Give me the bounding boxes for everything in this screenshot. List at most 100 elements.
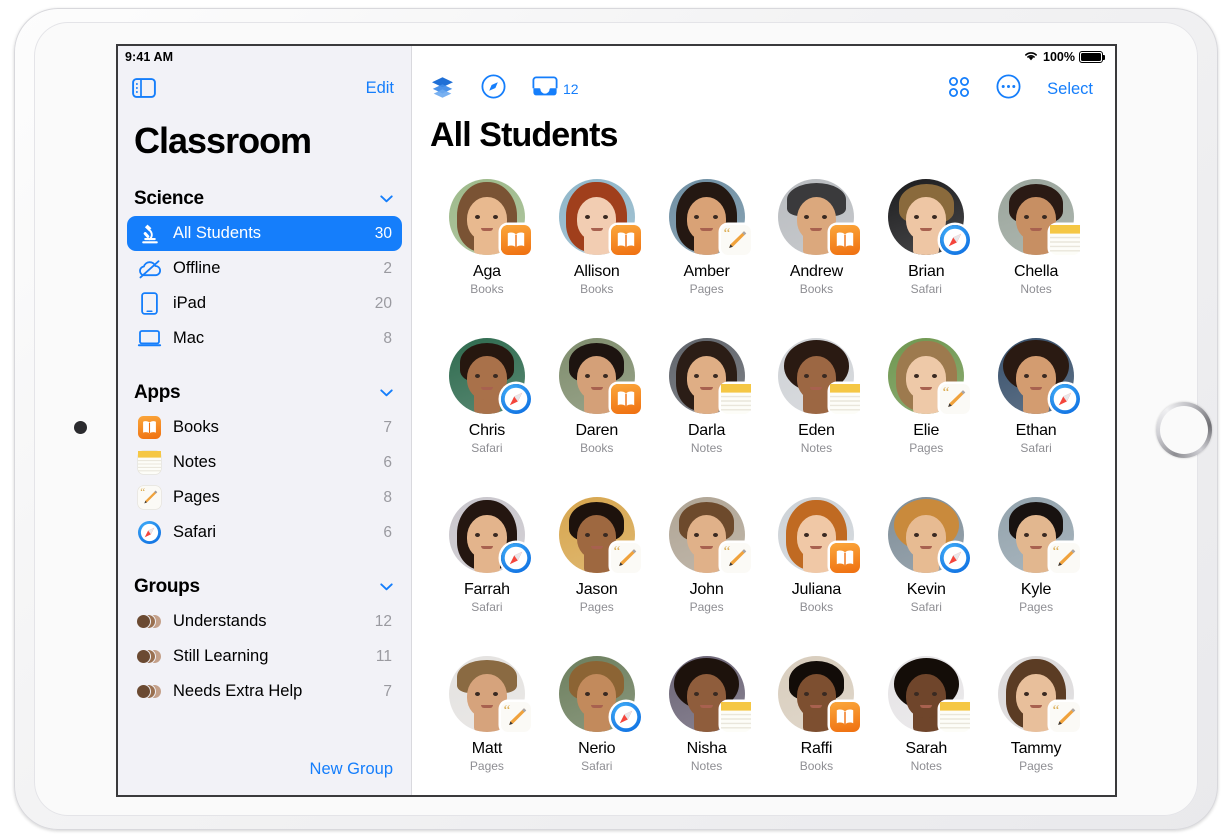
books-badge-icon: [610, 225, 641, 255]
student-current-app: Notes: [690, 441, 723, 455]
student-current-app: Books: [470, 282, 504, 296]
new-group-button[interactable]: New Group: [310, 760, 393, 778]
student-card[interactable]: “ Jason Pages: [542, 497, 652, 614]
sidebar-item-notes[interactable]: Notes 6: [127, 445, 402, 480]
student-current-app: Safari: [471, 441, 503, 455]
svg-text:“: “: [723, 226, 730, 242]
layers-icon[interactable]: [430, 76, 455, 103]
student-name: Eden: [798, 422, 835, 439]
student-card[interactable]: Aga Books: [432, 179, 542, 296]
edit-button[interactable]: Edit: [366, 79, 394, 98]
student-card[interactable]: Eden Notes: [762, 338, 872, 455]
sidebar-item-label: Safari: [173, 523, 217, 541]
student-card[interactable]: Sarah Notes: [871, 656, 981, 773]
sidebar-item-label: Understands: [173, 612, 267, 630]
microscope-icon: [136, 221, 162, 247]
sidebar-item-label: Needs Extra Help: [173, 682, 303, 700]
sidebar-item-count: 2: [383, 259, 392, 277]
sidebar: 9:41 AM Edit Classroom Science All Stude…: [118, 46, 412, 795]
avatar-wrapper: [888, 179, 971, 255]
student-card[interactable]: Andrew Books: [762, 179, 872, 296]
student-current-app: Safari: [910, 282, 942, 296]
student-card[interactable]: Daren Books: [542, 338, 652, 455]
sidebar-item-pages[interactable]: “ Pages 8: [127, 480, 402, 515]
student-card[interactable]: “ Amber Pages: [652, 179, 762, 296]
student-card[interactable]: “ John Pages: [652, 497, 762, 614]
toolbar-left-group: 12: [430, 74, 579, 104]
new-group-row: New Group: [118, 760, 411, 795]
sidebar-item-mac[interactable]: Mac 8: [127, 321, 402, 356]
sidebar-item-offline[interactable]: Offline 2: [127, 251, 402, 286]
student-card[interactable]: “ Kyle Pages: [981, 497, 1091, 614]
sidebar-item-understands[interactable]: Understands 12: [127, 604, 402, 639]
student-name: Juliana: [791, 581, 842, 598]
student-current-app: Pages: [1019, 600, 1054, 614]
sidebar-section-header-groups[interactable]: Groups: [118, 550, 411, 604]
avatar-wrapper: “: [998, 656, 1081, 732]
student-card[interactable]: Chella Notes: [981, 179, 1091, 296]
student-name: Chris: [468, 422, 506, 439]
student-card[interactable]: Farrah Safari: [432, 497, 542, 614]
student-card[interactable]: Chris Safari: [432, 338, 542, 455]
student-card[interactable]: Allison Books: [542, 179, 652, 296]
grid-view-icon[interactable]: [948, 76, 970, 103]
sidebar-item-label: Notes: [173, 453, 217, 471]
student-card[interactable]: Darla Notes: [652, 338, 762, 455]
student-card[interactable]: Raffi Books: [762, 656, 872, 773]
notes-badge-icon: [720, 384, 751, 414]
chevron-down-icon[interactable]: [380, 190, 393, 208]
avatar-wrapper: [778, 338, 861, 414]
sidebar-item-all-students[interactable]: All Students 30: [127, 216, 402, 251]
student-current-app: Safari: [581, 759, 613, 773]
sidebar-item-safari[interactable]: Safari 6: [127, 515, 402, 550]
svg-text:“: “: [140, 486, 145, 498]
sidebar-item-books[interactable]: Books 7: [127, 410, 402, 445]
sidebar-section-header-apps[interactable]: Apps: [118, 356, 411, 410]
inbox-tray-button[interactable]: 12: [532, 76, 579, 102]
avatar-wrapper: [668, 656, 751, 732]
sidebar-sections: Science All Students 30 Offline 2 iPad 20 M…: [118, 162, 411, 709]
student-card[interactable]: Nerio Safari: [542, 656, 652, 773]
books-badge-icon: [830, 702, 861, 732]
sidebar-item-still-learning[interactable]: Still Learning 11: [127, 639, 402, 674]
sidebar-item-needs-extra-help[interactable]: Needs Extra Help 7: [127, 674, 402, 709]
ellipsis-circle-icon[interactable]: [996, 74, 1021, 104]
sidebar-item-count: 6: [383, 523, 392, 541]
sidebar-item-label: iPad: [173, 294, 207, 312]
student-name: Allison: [573, 263, 620, 280]
sidebar-item-count: 8: [383, 488, 392, 506]
home-button[interactable]: [1156, 402, 1212, 458]
sidebar-item-count: 30: [374, 224, 392, 242]
student-card[interactable]: Nisha Notes: [652, 656, 762, 773]
sidebar-item-label: Books: [173, 418, 219, 436]
student-current-app: Safari: [910, 600, 942, 614]
student-current-app: Books: [799, 600, 834, 614]
student-card[interactable]: Juliana Books: [762, 497, 872, 614]
student-name: Darla: [687, 422, 726, 439]
sidebar-toggle-icon[interactable]: [132, 78, 156, 98]
student-name: Ethan: [1015, 422, 1057, 439]
student-name: Nisha: [686, 740, 727, 757]
svg-text:“: “: [1053, 703, 1060, 719]
student-card[interactable]: “ Tammy Pages: [981, 656, 1091, 773]
student-current-app: Pages: [1019, 759, 1054, 773]
student-current-app: Safari: [1020, 441, 1052, 455]
avatar-wrapper: “: [448, 656, 531, 732]
main-content: 100% 12 Select All Students Aga Books Al…: [412, 46, 1115, 795]
notes-badge-icon: [830, 384, 861, 414]
student-card[interactable]: “ Elie Pages: [871, 338, 981, 455]
student-card[interactable]: “ Matt Pages: [432, 656, 542, 773]
select-button[interactable]: Select: [1047, 80, 1093, 99]
student-card[interactable]: Kevin Safari: [871, 497, 981, 614]
status-bar-time: 9:41 AM: [125, 50, 174, 64]
student-card[interactable]: Brian Safari: [871, 179, 981, 296]
chevron-down-icon[interactable]: [380, 384, 393, 402]
chevron-down-icon[interactable]: [380, 578, 393, 596]
student-card[interactable]: Ethan Safari: [981, 338, 1091, 455]
sidebar-section-header-science[interactable]: Science: [118, 162, 411, 216]
student-name: Daren: [575, 422, 619, 439]
student-current-app: Notes: [910, 759, 942, 773]
sidebar-item-ipad[interactable]: iPad 20: [127, 286, 402, 321]
student-current-app: Books: [799, 282, 834, 296]
navigate-compass-icon[interactable]: [481, 74, 506, 104]
